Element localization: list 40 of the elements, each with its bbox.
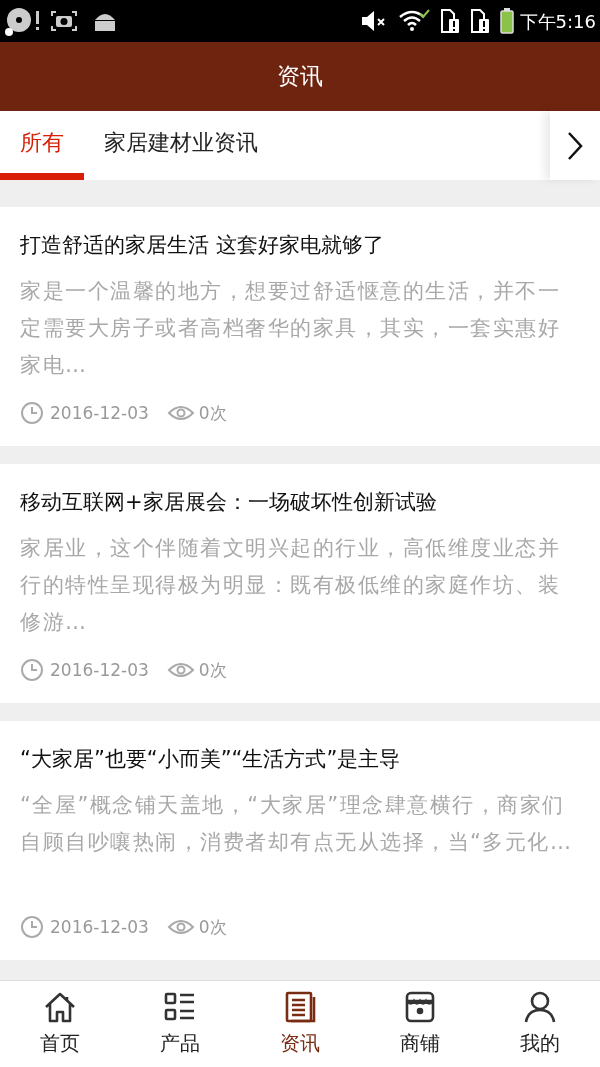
- user-icon: [523, 990, 557, 1024]
- view-count: 0次: [198, 401, 227, 425]
- article-card[interactable]: 打造舒适的家居生活 这套好家电就够了 家是一个温馨的地方，想要过舒适惬意的生活，并不一定需要大房子或者高档奢华的家具，其实，一套实惠好家电… 2016-12-03 0次: [0, 207, 600, 446]
- battery-icon: [499, 8, 514, 34]
- home-icon: [43, 990, 77, 1024]
- category-tab[interactable]: 所有: [0, 111, 84, 180]
- clock-icon: [20, 401, 44, 426]
- next-button[interactable]: [550, 111, 600, 180]
- article-summary: 家是一个温馨的地方，想要过舒适惬意的生活，并不一定需要大房子或者高档奢华的家具，其实，一套实惠好家电…: [20, 278, 561, 379]
- clock-icon: [20, 658, 44, 683]
- article-title: 打造舒适的家居生活 这套好家电就够了: [20, 232, 385, 259]
- nav-item[interactable]: 首页: [0, 981, 120, 1067]
- disc-icon: [4, 5, 42, 37]
- article-summary: 家居业，这个伴随着文明兴起的行业，高低维度业态并行的特性呈现得极为明显：既有极低维的家庭作坊、装修游…: [20, 535, 561, 636]
- camera-icon: [50, 9, 78, 33]
- newspaper-icon: [283, 990, 317, 1024]
- category-tab[interactable]: 家居建材业资讯: [84, 111, 278, 180]
- nav-item[interactable]: 我的: [480, 981, 600, 1067]
- article-date: 2016-12-03: [50, 401, 149, 425]
- wifi-icon: [397, 9, 430, 33]
- status-time: 下午5:16: [519, 9, 596, 34]
- view-count: 0次: [198, 915, 227, 939]
- article-title: “大家居”也要“小而美”“生活方式”是主导: [20, 746, 402, 773]
- chevron-right-icon: [567, 130, 583, 161]
- nav-item[interactable]: 产品: [120, 981, 240, 1067]
- sim-card-icon: [439, 8, 460, 34]
- article-date: 2016-12-03: [50, 658, 149, 682]
- clock-icon: [20, 915, 44, 940]
- nav-item[interactable]: 商铺: [360, 981, 480, 1067]
- view-count: 0次: [198, 658, 227, 682]
- article-date: 2016-12-03: [50, 915, 149, 939]
- article-summary: “全屋”概念铺天盖地，“大家居”理念肆意横行，商家们自顾自吵嚷热闹，消费者却有点无从选择，当“多元化…: [20, 792, 574, 856]
- nav-item[interactable]: 资讯: [240, 981, 360, 1067]
- mute-icon: [359, 9, 388, 33]
- article-card[interactable]: “大家居”也要“小而美”“生活方式”是主导 “全屋”概念铺天盖地，“大家居”理念肆意横行，商家们自顾自吵嚷热闹，消费者却有点无从选择，当“多元化… 2016-12-03 0次: [0, 721, 600, 960]
- sim-card-icon: [469, 8, 490, 34]
- shop-icon: [403, 990, 437, 1024]
- article-title: 移动互联网+家居展会：一场破坏性创新试验: [20, 489, 438, 516]
- article-card[interactable]: 移动互联网+家居展会：一场破坏性创新试验 家居业，这个伴随着文明兴起的行业，高低维度业态并行的特性呈现得极为明显：既有极低维的家庭作坊、装修游… 2016-12-03 0次: [0, 464, 600, 703]
- page-title: 资讯: [277, 62, 323, 92]
